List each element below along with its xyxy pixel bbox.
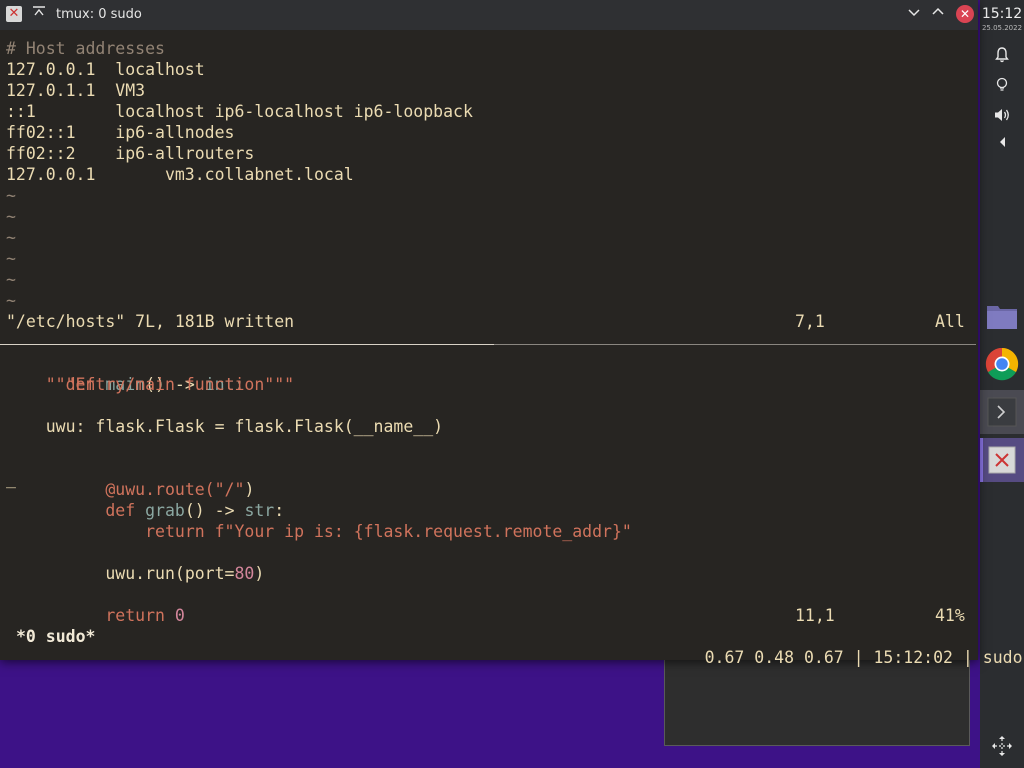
- hosts-line: ff02::1 ip6-allnodes: [6, 123, 235, 142]
- code-line: return 0: [65, 606, 185, 625]
- code-line: @uwu.route("/"): [65, 480, 255, 499]
- code-line: def grab() -> str:: [65, 501, 285, 520]
- app-icon[interactable]: ✕: [6, 6, 22, 22]
- empty-line-tilde: ~: [6, 186, 16, 205]
- keep-above-icon[interactable]: [30, 5, 48, 23]
- status-time: 15:12:02: [873, 648, 953, 667]
- empty-line-tilde: ~: [6, 270, 16, 289]
- terminal-task-icon[interactable]: [980, 390, 1024, 434]
- code-line: uwu.run(port=80): [65, 564, 265, 583]
- vim-scroll-indicator: All: [935, 312, 965, 331]
- minimize-button[interactable]: [908, 6, 920, 21]
- empty-line-tilde: ~: [6, 249, 16, 268]
- hosts-line: 127.0.0.1 localhost: [6, 60, 205, 79]
- code-line: uwu: flask.Flask = flask.Flask(__name__): [6, 417, 444, 436]
- vim-status-message: "/etc/hosts" 7L, 181B written: [6, 312, 295, 331]
- bell-icon[interactable]: [980, 47, 1024, 67]
- hosts-line: ff02::2 ip6-allrouters: [6, 144, 255, 163]
- volume-icon[interactable]: [980, 107, 1024, 127]
- lightbulb-icon[interactable]: [980, 77, 1024, 97]
- clock-date: 25.05.2022: [981, 24, 1023, 32]
- tmux-task-icon[interactable]: [980, 438, 1024, 482]
- active-pane-indicator: [0, 344, 494, 345]
- tmux-status-right: 0.67 0.48 0.67 | 15:12:02 | sudo: [704, 648, 1023, 667]
- hosts-line: # Host addresses: [6, 39, 165, 58]
- clock-time[interactable]: 15:12: [980, 6, 1024, 22]
- empty-line-tilde: ~: [6, 207, 16, 226]
- hosts-line: 127.0.0.1 vm3.collabnet.local: [6, 165, 354, 184]
- terminal-content[interactable]: # Host addresses 127.0.0.1 localhost 127…: [0, 30, 1023, 667]
- chrome-task-icon[interactable]: [980, 342, 1024, 386]
- terminal-window[interactable]: ✕ tmux: 0 sudo ✕ # Host addresses 127.0.…: [0, 0, 1023, 667]
- close-button[interactable]: ✕: [956, 5, 974, 23]
- expand-tray-icon[interactable]: [980, 135, 1024, 153]
- empty-line-tilde: ~: [6, 228, 16, 247]
- code-line: def main() -> int:: [65, 375, 245, 394]
- maximize-button[interactable]: [932, 6, 944, 21]
- move-handle-icon[interactable]: [980, 734, 1024, 762]
- status-session: sudo: [982, 648, 1023, 667]
- vim-scroll-indicator: 41%: [935, 606, 965, 625]
- window-title: tmux: 0 sudo: [56, 7, 142, 22]
- load-average: 0.67 0.48 0.67: [704, 648, 844, 667]
- vim-cursor-position: 7,1: [795, 312, 825, 331]
- files-task-icon[interactable]: [980, 294, 1024, 338]
- code-line: return f"Your ip is: {flask.request.remo…: [65, 522, 632, 541]
- title-bar[interactable]: ✕ tmux: 0 sudo ✕: [0, 0, 978, 30]
- tmux-window-label[interactable]: *0 sudo*: [16, 626, 95, 647]
- hosts-line: 127.0.1.1 VM3: [6, 81, 146, 100]
- code-line: """Entry/main function""": [6, 375, 295, 394]
- vim-cursor-position: 11,1: [795, 606, 835, 625]
- hosts-line: ::1 localhost ip6-localhost ip6-loopback: [6, 102, 473, 121]
- empty-line-tilde: ~: [6, 291, 16, 310]
